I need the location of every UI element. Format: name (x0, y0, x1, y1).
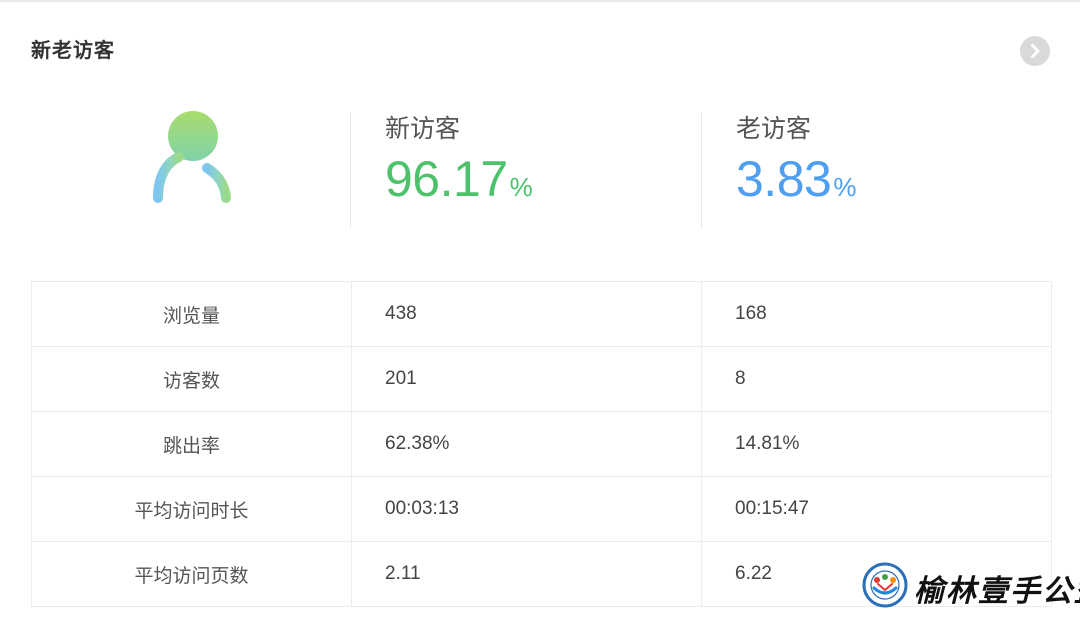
new-visitor-unit: % (509, 172, 533, 202)
watermark-text: 榆林壹手公益 (914, 574, 1080, 609)
returning-visitor-percentage: 3.83% (736, 152, 856, 214)
new-visitor-cell: 00:03:13 (351, 476, 702, 542)
charity-logo-icon (862, 562, 908, 608)
user-gradient-icon (149, 110, 235, 206)
visitor-summary: 新访客 96.17% 老访客 3.83% (31, 110, 1051, 228)
next-button[interactable] (1020, 36, 1050, 66)
metric-label: 浏览量 (31, 281, 352, 347)
watermark: 榆林壹手公益 (862, 562, 1080, 609)
card-title: 新老访客 (31, 40, 115, 62)
new-visitor-cell: 62.38% (351, 411, 702, 477)
new-visitor-cell: 438 (351, 281, 702, 347)
metric-label: 跳出率 (31, 411, 352, 477)
new-visitor-value: 96.17 (385, 151, 508, 207)
metrics-table: 浏览量 438 168 访客数 201 8 跳出率 62.38% 14.81% … (31, 281, 1052, 607)
metric-label: 平均访问页数 (31, 541, 352, 607)
table-row: 平均访问时长 00:03:13 00:15:47 (31, 476, 1052, 542)
returning-visitor-cell: 8 (701, 346, 1052, 412)
returning-visitor-cell: 168 (701, 281, 1052, 347)
new-visitor-cell: 201 (351, 346, 702, 412)
new-visitor-stat: 新访客 96.17% (385, 114, 533, 214)
new-visitor-percentage: 96.17% (385, 151, 533, 214)
table-row: 浏览量 438 168 (31, 281, 1052, 347)
summary-divider (350, 112, 351, 228)
summary-divider (701, 112, 702, 228)
new-visitor-label: 新访客 (385, 115, 461, 143)
returning-visitor-value: 3.83 (736, 151, 832, 207)
table-row: 跳出率 62.38% 14.81% (31, 411, 1052, 477)
chevron-right-icon (1031, 44, 1040, 58)
returning-visitor-cell: 14.81% (701, 411, 1052, 477)
metric-label: 访客数 (31, 346, 352, 412)
new-returning-visitors-card: 新老访客 新访客 96.17% 老访客 3.83% 浏览量 438 168 访客… (0, 0, 1080, 623)
returning-visitor-cell: 00:15:47 (701, 476, 1052, 542)
returning-visitor-unit: % (833, 172, 856, 202)
returning-visitor-label: 老访客 (736, 115, 812, 143)
returning-visitor-stat: 老访客 3.83% (736, 114, 856, 214)
metric-label: 平均访问时长 (31, 476, 352, 542)
new-visitor-cell: 2.11 (351, 541, 702, 607)
table-row: 访客数 201 8 (31, 346, 1052, 412)
